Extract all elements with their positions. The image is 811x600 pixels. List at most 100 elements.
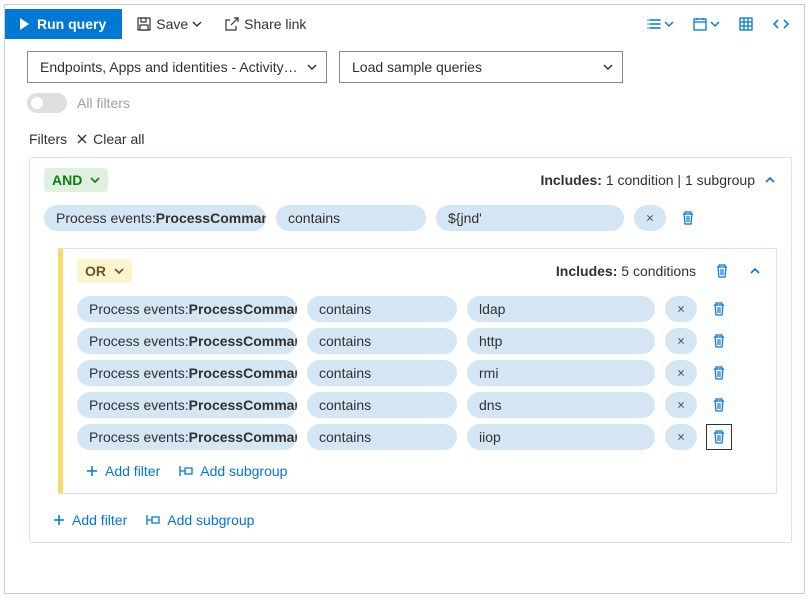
delete-filter-button[interactable] bbox=[676, 206, 700, 230]
value-pill[interactable]: iiop bbox=[467, 424, 655, 450]
chevron-down-icon bbox=[602, 61, 614, 73]
subgroup-icon bbox=[145, 513, 161, 527]
value-pill[interactable]: ${jnd' bbox=[436, 205, 624, 231]
delete-filter-button[interactable] bbox=[707, 393, 731, 417]
save-label: Save bbox=[156, 16, 188, 32]
operator-pill[interactable]: contains bbox=[276, 205, 426, 231]
all-filters-label: All filters bbox=[77, 95, 130, 111]
share-label: Share link bbox=[244, 16, 306, 32]
trash-icon bbox=[711, 397, 727, 413]
value-pill[interactable]: http bbox=[467, 328, 655, 354]
toolbar: Run query Save Share link bbox=[5, 5, 804, 43]
trash-icon bbox=[711, 365, 727, 381]
logic-and-label: AND bbox=[52, 172, 82, 188]
filter-row: Process events: ProcessComman… contains … bbox=[44, 202, 777, 234]
logic-or-select[interactable]: OR bbox=[77, 259, 132, 283]
chevron-down-icon bbox=[192, 19, 202, 29]
add-filter-link[interactable]: Add filter bbox=[85, 463, 160, 479]
filters-header: Filters Clear all bbox=[5, 127, 804, 157]
value-pill[interactable]: dns bbox=[467, 392, 655, 418]
trash-icon bbox=[680, 210, 696, 226]
scope-row: Endpoints, Apps and identities - Activit… bbox=[5, 43, 804, 93]
chevron-down-icon bbox=[114, 266, 124, 276]
grid-icon bbox=[738, 16, 754, 32]
trash-icon bbox=[711, 301, 727, 317]
close-icon bbox=[677, 367, 685, 379]
scope-select[interactable]: Endpoints, Apps and identities - Activit… bbox=[27, 51, 327, 83]
operator-pill[interactable]: contains bbox=[307, 392, 457, 418]
code-view-button[interactable] bbox=[766, 12, 796, 36]
logic-and-select[interactable]: AND bbox=[44, 168, 108, 192]
trash-icon bbox=[711, 429, 727, 445]
date-range-button[interactable] bbox=[686, 12, 726, 36]
field-pill[interactable]: Process events: ProcessComman… bbox=[77, 328, 297, 354]
filter-row: Process events: ProcessComman… contains rm… bbox=[77, 357, 762, 389]
logic-or-label: OR bbox=[85, 263, 106, 279]
share-link-button[interactable]: Share link bbox=[216, 10, 314, 38]
run-query-button[interactable]: Run query bbox=[5, 9, 122, 39]
trash-icon bbox=[714, 263, 730, 279]
field-pill[interactable]: Process events: ProcessComman… bbox=[77, 296, 297, 322]
chevron-down-icon bbox=[710, 19, 720, 29]
operator-pill[interactable]: contains bbox=[307, 360, 457, 386]
share-icon bbox=[224, 16, 240, 32]
chevron-down-icon bbox=[306, 61, 318, 73]
delete-filter-button[interactable] bbox=[707, 425, 731, 449]
add-subgroup-link[interactable]: Add subgroup bbox=[145, 512, 254, 528]
chevron-down-icon bbox=[90, 175, 100, 185]
remove-filter-button[interactable] bbox=[665, 296, 697, 322]
includes-summary: Includes: 1 condition | 1 subgroup bbox=[540, 172, 755, 188]
sample-queries-value: Load sample queries bbox=[352, 59, 482, 75]
delete-filter-button[interactable] bbox=[707, 297, 731, 321]
remove-filter-button[interactable] bbox=[665, 392, 697, 418]
filter-row: Process events: ProcessComman… contains ht… bbox=[77, 325, 762, 357]
play-icon bbox=[17, 17, 31, 31]
subgroup-icon bbox=[178, 464, 194, 478]
save-icon bbox=[136, 16, 152, 32]
value-pill[interactable]: rmi bbox=[467, 360, 655, 386]
remove-filter-button[interactable] bbox=[634, 205, 666, 231]
plus-icon bbox=[85, 464, 99, 478]
add-filter-link[interactable]: Add filter bbox=[52, 512, 127, 528]
remove-filter-button[interactable] bbox=[665, 360, 697, 386]
filters-label: Filters bbox=[29, 131, 67, 147]
schema-button[interactable] bbox=[732, 12, 760, 36]
group-actions: Add filter Add subgroup bbox=[44, 494, 777, 528]
save-button[interactable]: Save bbox=[128, 10, 210, 38]
operator-pill[interactable]: contains bbox=[307, 328, 457, 354]
clear-all-button[interactable]: Clear all bbox=[75, 131, 144, 147]
remove-filter-button[interactable] bbox=[665, 424, 697, 450]
operator-pill[interactable]: contains bbox=[307, 296, 457, 322]
and-group: AND Includes: 1 condition | 1 subgroup P… bbox=[29, 157, 792, 543]
add-subgroup-link[interactable]: Add subgroup bbox=[178, 463, 287, 479]
view-list-button[interactable] bbox=[640, 12, 680, 36]
plus-icon bbox=[52, 513, 66, 527]
operator-pill[interactable]: contains bbox=[307, 424, 457, 450]
value-pill[interactable]: ldap bbox=[467, 296, 655, 322]
chevron-up-icon[interactable] bbox=[748, 264, 762, 278]
delete-filter-button[interactable] bbox=[707, 329, 731, 353]
includes-summary: Includes: 5 conditions bbox=[556, 263, 696, 279]
clear-all-label: Clear all bbox=[93, 131, 144, 147]
chevron-up-icon[interactable] bbox=[763, 173, 777, 187]
filter-row: Process events: ProcessComman… contains ii… bbox=[77, 421, 762, 453]
field-pill[interactable]: Process events: ProcessComman… bbox=[77, 392, 297, 418]
filter-row: Process events: ProcessComman… contains dn… bbox=[77, 389, 762, 421]
run-query-label: Run query bbox=[37, 16, 106, 32]
delete-filter-button[interactable] bbox=[707, 361, 731, 385]
scope-select-value: Endpoints, Apps and identities - Activit… bbox=[40, 59, 298, 75]
all-filters-toggle[interactable] bbox=[27, 93, 67, 113]
filter-row: Process events: ProcessComman… contains ld… bbox=[77, 293, 762, 325]
subgroup-actions: Add filter Add subgroup bbox=[77, 453, 762, 479]
close-icon bbox=[646, 212, 654, 224]
close-icon bbox=[677, 335, 685, 347]
remove-filter-button[interactable] bbox=[665, 328, 697, 354]
sample-queries-select[interactable]: Load sample queries bbox=[339, 51, 623, 83]
delete-subgroup-button[interactable] bbox=[710, 259, 734, 283]
field-pill[interactable]: Process events: ProcessComman… bbox=[44, 205, 266, 231]
field-pill[interactable]: Process events: ProcessComman… bbox=[77, 360, 297, 386]
field-pill[interactable]: Process events: ProcessComman… bbox=[77, 424, 297, 450]
calendar-icon bbox=[692, 16, 708, 32]
close-icon bbox=[677, 399, 685, 411]
close-icon bbox=[677, 303, 685, 315]
